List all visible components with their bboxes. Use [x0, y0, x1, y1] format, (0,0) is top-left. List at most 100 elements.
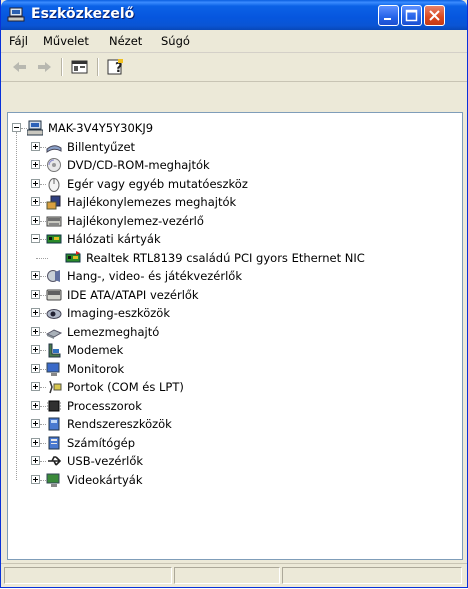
collapse-toggle[interactable]	[31, 234, 40, 243]
tree-category[interactable]: Processzorok	[8, 397, 458, 415]
expand-toggle[interactable]	[31, 437, 40, 447]
port-icon	[46, 379, 62, 395]
tree-category-label: Processzorok	[67, 398, 142, 413]
maximize-button[interactable]	[401, 5, 422, 26]
menu-file[interactable]: Fájl	[9, 34, 28, 48]
expand-toggle[interactable]	[31, 400, 40, 410]
menu-action[interactable]: Művelet	[43, 34, 89, 48]
status-cell	[174, 567, 280, 584]
expand-toggle[interactable]	[31, 289, 40, 299]
minimize-icon	[384, 18, 391, 20]
computer-icon	[46, 435, 62, 451]
tree-category[interactable]: Billentyűzet	[8, 138, 458, 156]
menu-bar: Fájl Művelet Nézet Súgó	[1, 30, 467, 53]
close-icon	[429, 10, 440, 21]
title-bar[interactable]: Eszközkezelő	[1, 0, 467, 30]
tree-category[interactable]: Hajlékonylemezes meghajtók	[8, 193, 458, 211]
svg-text:?: ?	[115, 61, 123, 76]
tree-category[interactable]: USB-vezérlők	[8, 452, 458, 470]
tree-connector	[16, 131, 17, 480]
tree-category[interactable]: Hang-, video- és játékvezérlők	[8, 267, 458, 285]
help-button[interactable]: ?	[105, 57, 127, 77]
disk-drive-icon	[45, 324, 63, 340]
tree-category-label: Hajlékonylemezes meghajtók	[67, 195, 237, 209]
floppy-drive-icon	[46, 194, 62, 210]
tree-category[interactable]: Videokártyák	[8, 471, 458, 489]
toolbar-separator	[61, 58, 63, 76]
status-cell	[4, 567, 172, 584]
tree-category[interactable]: Számítógép	[8, 434, 458, 452]
tree-category[interactable]: Hajlékonylemez-vezérlő	[8, 212, 458, 230]
cd-drive-icon	[46, 157, 62, 173]
expand-toggle[interactable]	[31, 382, 40, 391]
device-tree: MAK-3V4Y5Y30KJ9 Billentyűzet DVD/CD-ROM-me…	[7, 112, 463, 560]
tree-category[interactable]: IDE ATA/ATAPI vezérlők	[8, 286, 458, 304]
expand-toggle[interactable]	[31, 419, 40, 428]
system-device-icon	[46, 416, 62, 432]
tree-frame	[1, 82, 467, 112]
tree-category[interactable]: Portok (COM és LPT)	[8, 378, 458, 396]
tree-root-label: MAK-3V4Y5Y30KJ9	[48, 121, 154, 135]
sound-icon	[46, 268, 62, 284]
tree-category-label: DVD/CD-ROM-meghajtók	[67, 158, 210, 172]
close-button[interactable]	[424, 5, 445, 26]
expand-toggle[interactable]	[31, 160, 40, 169]
tree-category-label: Modemek	[67, 343, 124, 357]
tree-connector	[36, 257, 48, 259]
tree-category[interactable]: Monitorok	[8, 360, 458, 378]
processor-icon	[46, 398, 62, 414]
minimize-button[interactable]	[378, 5, 399, 26]
tree-category[interactable]: Egér vagy egyéb mutatóeszköz	[8, 175, 458, 193]
tree-category[interactable]: Hálózati kártyák	[8, 230, 458, 248]
expand-toggle[interactable]	[31, 178, 40, 188]
expand-toggle[interactable]	[31, 215, 40, 225]
properties-button[interactable]	[69, 57, 91, 77]
tree-category-label: Monitorok	[67, 361, 125, 376]
expand-toggle[interactable]	[31, 345, 40, 354]
tree-root[interactable]: MAK-3V4Y5Y30KJ9	[8, 119, 458, 137]
expand-toggle[interactable]	[31, 326, 40, 336]
expand-toggle[interactable]	[31, 141, 40, 151]
back-button[interactable]	[9, 57, 31, 77]
tree-category-label: Számítógép	[67, 435, 136, 450]
expand-toggle[interactable]	[31, 363, 40, 373]
forward-arrow-icon	[38, 62, 51, 72]
tree-category[interactable]: Rendszereszközök	[8, 415, 458, 433]
expand-toggle[interactable]	[31, 456, 40, 465]
tree-category[interactable]: DVD/CD-ROM-meghajtók	[8, 156, 458, 174]
tree-category-label: Hang-, video- és játékvezérlők	[67, 269, 242, 283]
ide-controller-icon	[46, 287, 62, 303]
expand-toggle[interactable]	[31, 474, 40, 484]
tree-device[interactable]: Realtek RTL8139 családú PCI gyors Ethern…	[8, 249, 458, 267]
menu-view[interactable]: Nézet	[109, 34, 142, 48]
properties-icon	[71, 60, 88, 74]
tree-category[interactable]: Imaging-eszközök	[8, 304, 458, 322]
expand-toggle[interactable]	[31, 197, 40, 206]
device-manager-icon	[7, 7, 25, 23]
usb-icon	[46, 453, 62, 469]
menu-help[interactable]: Súgó	[161, 34, 190, 48]
forward-button[interactable]	[33, 57, 55, 77]
tree-category-label: IDE ATA/ATAPI vezérlők	[67, 287, 199, 302]
tree-category-label: Hajlékonylemez-vezérlő	[67, 213, 204, 228]
monitor-icon	[46, 361, 62, 377]
tree-category-label: Lemezmeghajtó	[67, 324, 160, 339]
back-arrow-icon	[13, 62, 26, 72]
status-bar	[1, 563, 467, 587]
mouse-icon	[46, 176, 62, 192]
tree-category-label: Rendszereszközök	[67, 417, 172, 431]
camera-icon	[46, 305, 62, 321]
expand-toggle[interactable]	[31, 271, 40, 280]
tree-category[interactable]: Lemezmeghajtó	[8, 323, 458, 341]
display-adapter-icon	[46, 472, 62, 488]
floppy-controller-icon	[46, 213, 62, 229]
tree-category-label: Imaging-eszközök	[67, 306, 170, 320]
tree-category[interactable]: Modemek	[8, 341, 458, 359]
modem-icon	[46, 342, 62, 358]
device-manager-window: Eszközkezelő Fájl Művelet Nézet Súgó ? M…	[0, 0, 468, 588]
toolbar-separator	[97, 58, 99, 76]
network-adapter-icon	[65, 250, 81, 266]
maximize-icon	[405, 9, 418, 22]
expand-toggle[interactable]	[31, 308, 40, 317]
tree-device-label: Realtek RTL8139 családú PCI gyors Ethern…	[86, 250, 365, 265]
